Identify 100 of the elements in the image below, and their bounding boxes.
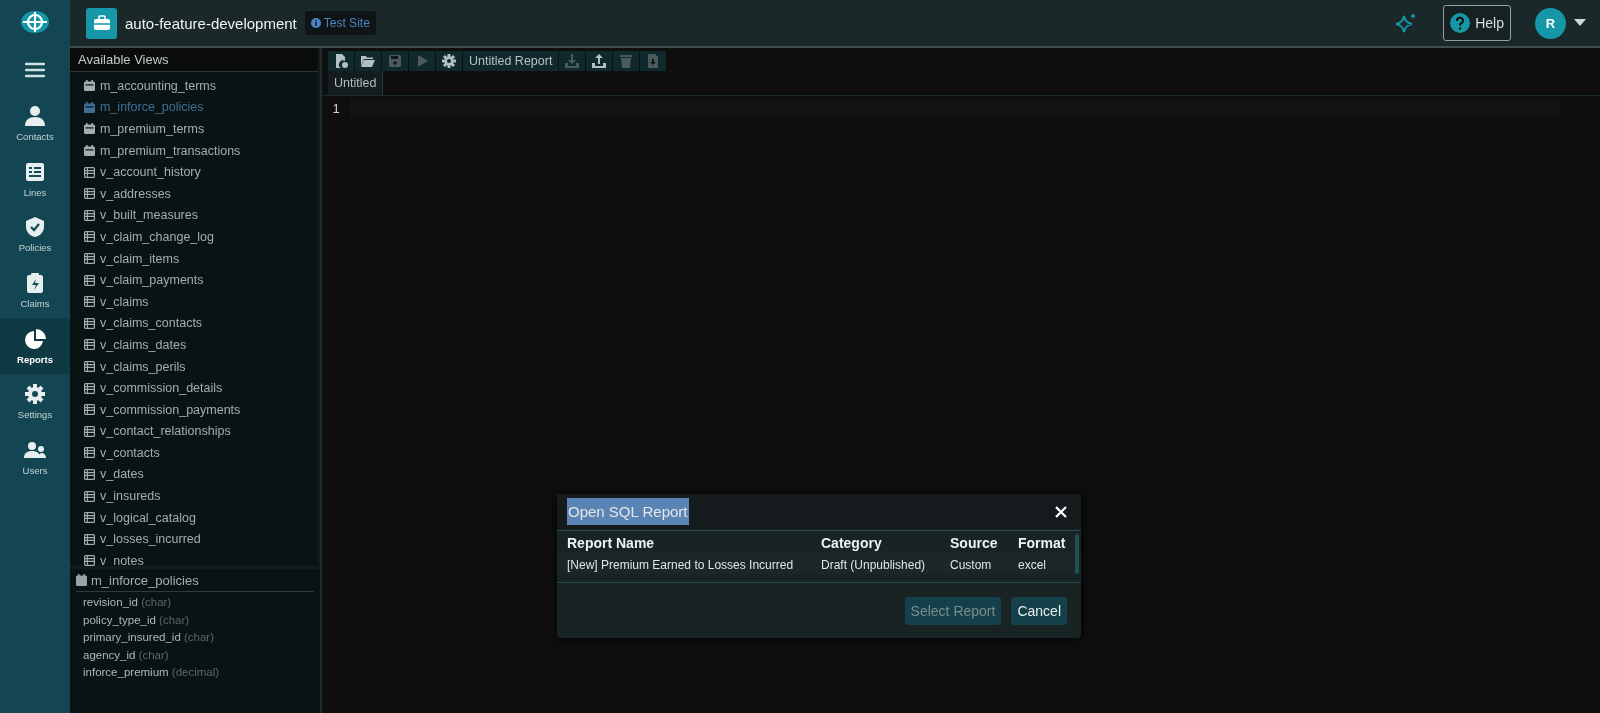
table-cell-text: Custom bbox=[950, 557, 993, 572]
view-item[interactable]: m_accounting_terms bbox=[84, 75, 318, 97]
field-item: agency_id (char) bbox=[82, 648, 170, 663]
toolbar-button[interactable] bbox=[328, 51, 354, 71]
view-item[interactable]: v_claims_dates bbox=[84, 334, 318, 356]
line-number: 1 bbox=[332, 101, 340, 116]
site-badge: Test Site bbox=[304, 11, 376, 35]
toolbar-button[interactable] bbox=[355, 51, 381, 71]
calendar-icon bbox=[84, 80, 95, 92]
toolbar-button[interactable] bbox=[436, 51, 462, 71]
table-icon bbox=[84, 253, 95, 265]
download-icon bbox=[565, 54, 580, 68]
view-item[interactable]: v_claim_change_log bbox=[84, 226, 318, 248]
table-icon bbox=[84, 231, 95, 243]
table-icon bbox=[84, 425, 95, 437]
table-icon bbox=[84, 555, 95, 566]
table-icon bbox=[84, 447, 95, 459]
view-item[interactable]: m_premium_transactions bbox=[84, 139, 318, 162]
column-header: Category bbox=[821, 534, 883, 551]
view-item[interactable]: v_commission_payments bbox=[84, 398, 318, 421]
nav-item[interactable]: Settings bbox=[0, 373, 70, 430]
field-item: primary_insured_id (char) bbox=[82, 631, 216, 645]
field-item: policy_type_id (char) bbox=[82, 613, 191, 628]
table-icon bbox=[84, 361, 95, 372]
column-header: Format bbox=[1018, 534, 1067, 551]
report-title[interactable]: Untitled Report bbox=[463, 51, 559, 71]
help-icon bbox=[1450, 13, 1471, 33]
view-item[interactable]: m_premium_terms bbox=[84, 118, 318, 140]
calendar-icon bbox=[76, 574, 87, 586]
view-item[interactable]: v_insureds bbox=[84, 485, 318, 507]
settings-icon bbox=[442, 54, 456, 68]
shield-check-icon bbox=[24, 216, 46, 239]
project-name: auto-feature-development bbox=[125, 14, 297, 32]
view-item[interactable]: v_claim_payments bbox=[84, 269, 318, 291]
nav-item[interactable]: Policies bbox=[0, 207, 70, 263]
trash-icon bbox=[619, 54, 634, 68]
nav-item[interactable]: Claims bbox=[0, 262, 70, 319]
info-icon bbox=[310, 18, 321, 28]
table-cell-text: [New] Premium Earned to Losses Incurred bbox=[567, 557, 795, 572]
sparkle-icon[interactable] bbox=[1395, 12, 1418, 34]
table-cell-text: Draft (Unpublished) bbox=[821, 557, 927, 572]
table-icon bbox=[84, 404, 95, 416]
editor-tab[interactable]: Untitled bbox=[328, 71, 384, 95]
person-icon bbox=[24, 105, 46, 128]
table-icon bbox=[84, 512, 95, 524]
view-item[interactable]: v_claim_items bbox=[84, 247, 318, 270]
close-icon[interactable] bbox=[1055, 505, 1067, 518]
view-item[interactable]: v_claims bbox=[84, 290, 318, 313]
view-item[interactable]: v_losses_incurred bbox=[84, 528, 318, 551]
upload-icon bbox=[592, 54, 607, 68]
play-icon bbox=[415, 54, 429, 68]
scrollbar[interactable] bbox=[1075, 534, 1079, 574]
view-item[interactable]: v_claims_contacts bbox=[84, 312, 318, 335]
view-item[interactable]: v_contacts bbox=[84, 442, 318, 464]
report-row[interactable]: [New] Premium Earned to Losses Incurred Draft (Unpublished) Custom excel bbox=[557, 555, 1081, 574]
table-cell-text: excel bbox=[1018, 557, 1047, 572]
help-button[interactable]: Help bbox=[1443, 5, 1511, 41]
table-icon bbox=[84, 490, 95, 502]
table-icon bbox=[84, 209, 95, 221]
calendar-icon bbox=[84, 123, 95, 135]
field-item: revision_id (char) bbox=[82, 596, 173, 610]
table-icon bbox=[84, 296, 95, 308]
view-item[interactable]: v_contact_relationships bbox=[84, 420, 318, 443]
table-icon bbox=[84, 382, 95, 394]
clipboard-bolt-icon bbox=[24, 272, 46, 295]
view-item[interactable]: v_account_history bbox=[84, 161, 318, 183]
nav-item[interactable]: Users bbox=[0, 429, 70, 486]
column-header: Report Name bbox=[567, 534, 656, 551]
table-icon bbox=[84, 533, 95, 545]
column-header: Source bbox=[950, 534, 999, 551]
dialog-button[interactable]: Cancel bbox=[1011, 597, 1067, 625]
calendar-icon bbox=[84, 101, 95, 113]
table-icon bbox=[84, 188, 95, 200]
view-item[interactable]: v_claims_perils bbox=[84, 355, 318, 378]
view-item[interactable]: v_logical_catalog bbox=[84, 506, 318, 529]
caret-icon[interactable] bbox=[1574, 19, 1586, 27]
toolbar-button[interactable] bbox=[586, 51, 613, 71]
nav-item[interactable]: Contacts bbox=[0, 96, 70, 152]
calendar-icon bbox=[84, 145, 95, 157]
pie-chart-icon bbox=[24, 327, 46, 350]
folder-icon bbox=[361, 54, 375, 68]
table-icon bbox=[84, 317, 95, 329]
panel-title: m_inforce_policies bbox=[76, 569, 314, 592]
view-item[interactable]: m_inforce_policies bbox=[84, 96, 318, 119]
file-plus-icon bbox=[334, 54, 348, 68]
field-item: inforce_premium (decimal) bbox=[82, 666, 221, 680]
view-item[interactable]: v_addresses bbox=[84, 182, 318, 205]
nav-item[interactable]: Reports bbox=[0, 318, 70, 374]
table-icon bbox=[84, 166, 95, 178]
file-download-icon bbox=[646, 54, 661, 68]
list-icon bbox=[24, 160, 46, 183]
view-item[interactable]: v_dates bbox=[84, 463, 318, 486]
briefcase-icon[interactable] bbox=[86, 7, 117, 39]
view-item[interactable]: v_built_measures bbox=[84, 204, 318, 227]
view-item[interactable]: v_commission_details bbox=[84, 377, 318, 399]
table-icon bbox=[84, 274, 95, 286]
settings-icon bbox=[24, 383, 46, 406]
nav-item[interactable]: Lines bbox=[0, 151, 70, 208]
table-icon bbox=[84, 339, 95, 351]
panel-title: Available Views bbox=[70, 48, 318, 72]
